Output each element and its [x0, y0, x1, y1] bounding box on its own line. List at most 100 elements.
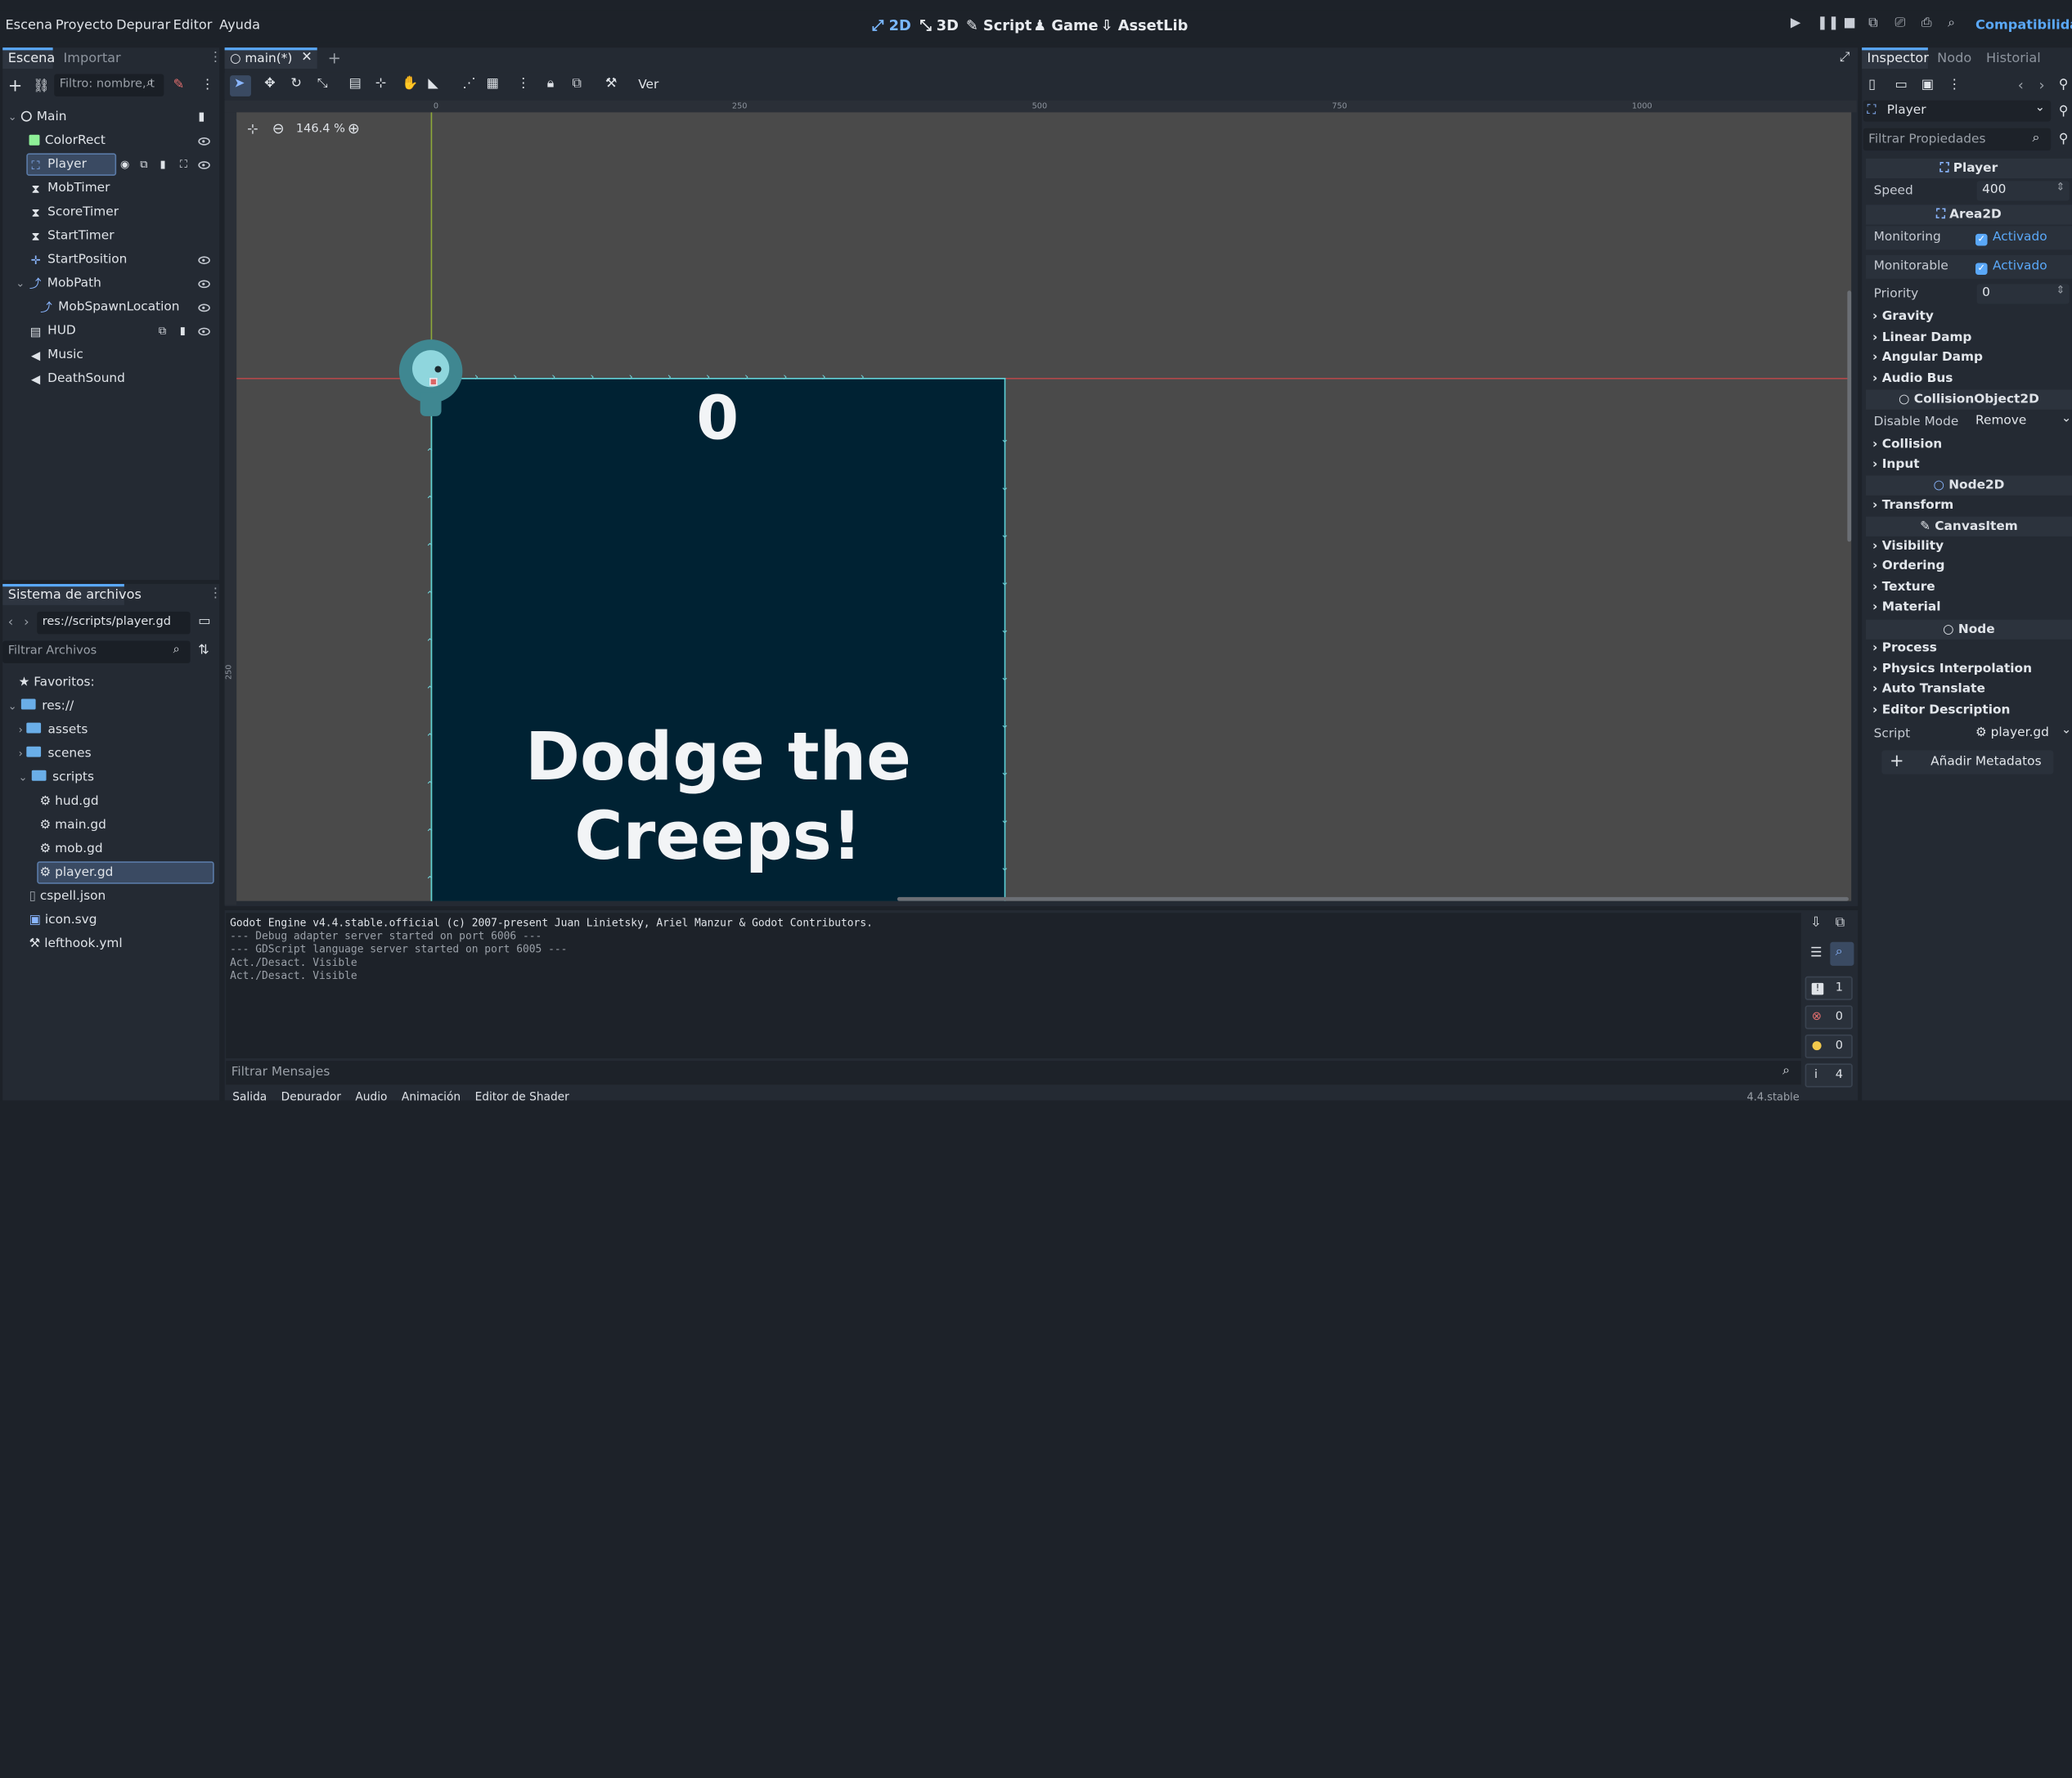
filter-info-toggle[interactable]: i4	[1805, 1063, 1853, 1088]
workspace-game[interactable]: ♟ Game	[1033, 17, 1098, 34]
tree-node-main[interactable]: ⌄ Main	[8, 106, 67, 129]
group-ordering[interactable]: › Ordering	[1872, 559, 1944, 573]
zoom-out-icon[interactable]: ⊖	[272, 120, 285, 137]
file-icon-svg[interactable]: ▣ icon.svg	[29, 909, 97, 932]
smart-snap-icon[interactable]: ⋰	[462, 77, 475, 92]
sort-icon[interactable]: ⇅	[198, 644, 209, 658]
file-lefthook-yml[interactable]: ⚒ lefthook.yml	[29, 932, 123, 956]
distraction-free-icon[interactable]: ⤢	[1840, 50, 1850, 65]
tree-node-starttimer[interactable]: ⧗ StartTimer	[29, 225, 114, 249]
group-audio-bus[interactable]: › Audio Bus	[1872, 371, 1953, 386]
group-linear-damp[interactable]: › Linear Damp	[1872, 330, 1971, 345]
bone-icon[interactable]: ⚒	[605, 77, 617, 92]
group-input[interactable]: › Input	[1872, 457, 1920, 472]
history-back-icon[interactable]: ‹	[2018, 77, 2024, 94]
center-view-icon[interactable]: ⊹	[247, 123, 258, 137]
favorites-item[interactable]: ★ Favoritos:	[19, 671, 95, 695]
file-cspell-json[interactable]: ▯ cspell.json	[29, 885, 106, 909]
visibility-eye-icon[interactable]	[198, 256, 210, 265]
scene-more-icon[interactable]: ⋮	[201, 78, 214, 92]
forward-icon[interactable]: ›	[24, 616, 29, 631]
workspace-assetlib[interactable]: ⇩ AssetLib	[1101, 17, 1189, 34]
vertical-scrollbar[interactable]	[1847, 290, 1852, 542]
scene-instance-icon[interactable]: ⧉	[140, 159, 147, 172]
title-label[interactable]: Dodge the Creeps!	[431, 717, 1006, 876]
tab-nodo[interactable]: Nodo	[1937, 52, 1971, 66]
group-texture[interactable]: › Texture	[1872, 580, 1935, 595]
tab-escena[interactable]: Escena	[8, 52, 56, 66]
move-tool-icon[interactable]: ✥	[264, 77, 276, 92]
folder-res[interactable]: ⌄ res://	[8, 695, 74, 719]
collapse-icon[interactable]: ☰	[1810, 946, 1822, 961]
score-label[interactable]: 0	[696, 382, 739, 453]
property-options-icon[interactable]: ⚲	[2059, 132, 2069, 147]
object-tools-icon[interactable]: ⚲	[2059, 105, 2069, 119]
group-material[interactable]: › Material	[1872, 599, 1941, 614]
link-icon[interactable]: ⛓	[33, 79, 50, 94]
more-icon[interactable]: ⋮	[1948, 78, 1961, 92]
workspace-3d[interactable]: ⤡ 3D	[919, 17, 959, 36]
visibility-eye-icon[interactable]	[198, 303, 210, 312]
file-hud-gd[interactable]: ⚙ hud.gd	[39, 790, 98, 814]
add-node-icon[interactable]: +	[8, 77, 23, 97]
tree-node-mobspawnlocation[interactable]: ⤴ MobSpawnLocation	[39, 296, 179, 320]
menu-ayuda[interactable]: Ayuda	[219, 19, 260, 34]
filter-properties-input[interactable]: Filtrar Propiedades ⌕	[1863, 128, 2052, 151]
pan-tool-icon[interactable]: ✋	[402, 77, 418, 92]
horizontal-scrollbar[interactable]	[897, 896, 1849, 901]
history-forward-icon[interactable]: ›	[2039, 77, 2045, 94]
disable-mode-select[interactable]: Remove ⌄	[1971, 412, 2072, 432]
add-metadata-button[interactable]: + Añadir Metadatos	[1881, 750, 2054, 775]
tab-importar[interactable]: Importar	[64, 52, 121, 66]
group-angular-damp[interactable]: › Angular Damp	[1872, 350, 1983, 365]
filesystem-title[interactable]: Sistema de archivos	[8, 588, 142, 603]
group-physics-interpolation[interactable]: › Physics Interpolation	[1872, 662, 2032, 676]
group-transform[interactable]: › Transform	[1872, 498, 1953, 513]
tab-animacion[interactable]: Animación	[402, 1091, 461, 1100]
ruler-tool-icon[interactable]: ◣	[428, 77, 438, 92]
script-icon[interactable]: ▮	[160, 159, 165, 171]
folder-assets[interactable]: › assets	[19, 719, 88, 743]
visibility-eye-icon[interactable]	[198, 327, 210, 336]
search-toggle[interactable]: ⌕	[1830, 941, 1854, 966]
visibility-eye-icon[interactable]	[198, 137, 210, 146]
script-icon[interactable]: ▮	[198, 111, 205, 124]
tab-historial[interactable]: Historial	[1986, 52, 2041, 66]
filter-warnings-toggle[interactable]: ● 0	[1805, 1034, 1853, 1058]
tab-audio[interactable]: Audio	[355, 1091, 387, 1100]
filter-errors-toggle[interactable]: ⊗ 0	[1805, 1005, 1853, 1030]
viewport-canvas[interactable]: ››››››››››› ⌄⌄⌄⌄⌄⌄⌄⌄⌄⌄⌄ ⌃⌃⌃⌃⌃⌃⌃⌃⌃⌃ 0 Dod…	[236, 112, 1852, 901]
group-gravity[interactable]: › Gravity	[1872, 309, 1934, 324]
remote-debug-icon[interactable]: ⧉	[1868, 16, 1878, 30]
script-icon[interactable]: ▮	[180, 325, 186, 337]
menu-depurar[interactable]: Depurar	[116, 19, 170, 34]
file-player-gd[interactable]: ⚙ player.gd	[39, 861, 113, 885]
folder-scripts[interactable]: ⌄ scripts	[19, 766, 94, 790]
group-visibility[interactable]: › Visibility	[1872, 539, 1944, 554]
folder-scenes[interactable]: › scenes	[19, 743, 92, 766]
group-auto-translate[interactable]: › Auto Translate	[1872, 682, 1985, 697]
copy-icon[interactable]: ⧉	[1836, 915, 1845, 930]
list-select-icon[interactable]: ▤	[348, 77, 361, 92]
grid-snap-icon[interactable]: ▦	[486, 77, 498, 92]
script-resource[interactable]: ⚙ player.gd ⌄	[1971, 724, 2072, 743]
lock-icon[interactable]: 🔒︎	[547, 77, 555, 92]
scene-instance-icon[interactable]: ⧉	[159, 325, 166, 338]
tab-inspector[interactable]: Inspector	[1867, 52, 1929, 66]
tree-node-deathsound[interactable]: ◀ DeathSound	[29, 367, 125, 391]
close-icon[interactable]: ✕	[301, 50, 312, 65]
snap-options-icon[interactable]: ⋮	[517, 77, 530, 92]
tree-node-hud[interactable]: ▤ HUD	[29, 320, 76, 343]
split-view-icon[interactable]: ▭	[198, 614, 210, 629]
inspector-object-selector[interactable]: ⛶ Player ⌄	[1863, 100, 2052, 122]
tree-node-colorrect[interactable]: ColorRect	[29, 129, 106, 153]
priority-input[interactable]: 0 ⇕	[1976, 284, 2070, 304]
add-tab-icon[interactable]: +	[328, 49, 341, 68]
visibility-eye-icon[interactable]	[198, 280, 210, 289]
monitoring-checkbox[interactable]: ✓ Activado	[1975, 230, 2047, 246]
tab-salida[interactable]: Salida	[232, 1091, 267, 1100]
tab-depurador[interactable]: Depurador	[281, 1091, 341, 1100]
speed-input[interactable]: 400 ⇕	[1976, 181, 2070, 201]
filesystem-path-input[interactable]: res://scripts/player.gd	[37, 611, 191, 635]
renderer-selector[interactable]: Compatibilidad	[1975, 19, 2072, 34]
